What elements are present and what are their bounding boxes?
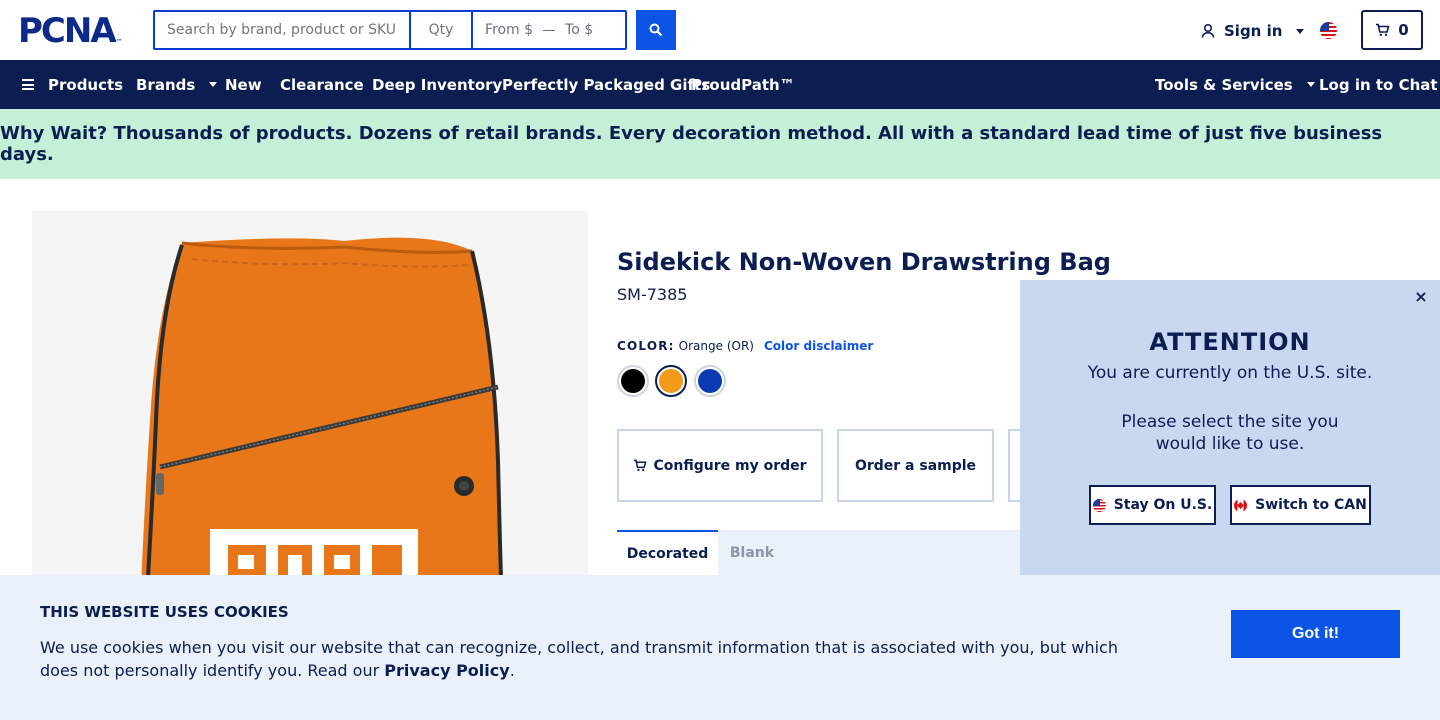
switch-can-button[interactable]: Switch to CAN: [1230, 485, 1371, 525]
search-group: From $ To $: [153, 10, 627, 50]
nav-gifts-label: Perfectly Packaged Gifts: [502, 75, 711, 94]
nav-deep-inventory[interactable]: Deep Inventory: [372, 60, 502, 109]
nav-tools-label: Tools & Services: [1155, 75, 1293, 94]
price-dash: [543, 29, 556, 31]
promo-banner-text: Why Wait? Thousands of products. Dozens …: [0, 123, 1383, 165]
tab-decorated-label: Decorated: [626, 546, 709, 562]
drawstring-bag-image: [140, 237, 504, 611]
search-icon: [649, 23, 663, 37]
logo-trademark: ™: [115, 38, 123, 46]
color-value: Orange (OR): [678, 339, 754, 353]
pcna-logo[interactable]: PCNA ™: [18, 14, 123, 48]
popup-select-text-line1: Please select the site you: [1121, 412, 1339, 432]
menu-icon: [22, 79, 34, 90]
swatch-orange-dot: [659, 369, 683, 393]
swatch-black[interactable]: [617, 365, 649, 397]
nav-chat-label: Log in to Chat: [1319, 75, 1438, 94]
nav-products-label: Products: [48, 75, 124, 94]
cookie-title: THIS WEBSITE USES COOKIES: [40, 603, 289, 621]
order-sample-button[interactable]: Order a sample: [837, 429, 994, 502]
nav-proudpath[interactable]: ProudPath™: [691, 60, 795, 109]
sign-in-button[interactable]: Sign in: [1200, 20, 1305, 42]
popup-current-site-text: You are currently on the U.S. site.: [1087, 363, 1373, 383]
cookie-text: We use cookies when you visit our websit…: [40, 636, 1150, 682]
stay-us-button[interactable]: Stay On U.S.: [1089, 485, 1216, 525]
nav-gifts[interactable]: Perfectly Packaged Gifts: [502, 60, 710, 109]
chevron-down-icon: [209, 82, 218, 87]
logo-text: PCNA: [18, 11, 117, 51]
popup-title: ATTENTION: [1149, 328, 1311, 356]
sign-in-label: Sign in: [1224, 22, 1283, 40]
swatch-blue[interactable]: [694, 365, 726, 397]
price-from-input[interactable]: From $: [485, 22, 533, 38]
privacy-policy-link[interactable]: Privacy Policy: [384, 661, 509, 680]
swatch-orange[interactable]: [655, 365, 687, 397]
main-nav: Products Brands New Clearance Deep Inven…: [0, 60, 1440, 109]
configure-order-label: Configure my order: [653, 457, 807, 474]
search-button[interactable]: [636, 10, 676, 50]
promo-banner: Why Wait? Thousands of products. Dozens …: [0, 109, 1440, 179]
tab-blank[interactable]: Blank: [718, 530, 786, 576]
chevron-down-icon: [1306, 82, 1315, 87]
price-to-input[interactable]: To $: [565, 22, 593, 38]
cookie-body-text: We use cookies when you visit our websit…: [40, 638, 1118, 680]
nav-new[interactable]: New: [225, 60, 262, 109]
cart-button[interactable]: 0: [1361, 10, 1423, 50]
product-image[interactable]: [32, 211, 588, 611]
price-range: From $ To $: [473, 12, 625, 48]
color-row: COLOR: Orange (OR) Color disclaimer: [617, 339, 873, 353]
canada-flag-icon: [1234, 498, 1248, 512]
popup-select-text-line2: would like to use.: [1155, 434, 1305, 454]
cart-icon: [634, 459, 648, 472]
order-sample-label: Order a sample: [854, 457, 977, 474]
search-input[interactable]: [155, 12, 411, 48]
nav-tools-services[interactable]: Tools & Services: [1155, 60, 1315, 109]
close-icon[interactable]: ×: [1412, 288, 1430, 306]
switch-can-label: Switch to CAN: [1255, 497, 1367, 513]
nav-new-label: New: [225, 75, 262, 94]
product-sku: SM-7385: [617, 285, 688, 304]
nav-brands[interactable]: Brands: [136, 60, 218, 109]
top-header: PCNA ™ From $ To $ Sign in 0: [0, 0, 1440, 60]
cart-count: 0: [1398, 21, 1409, 39]
user-icon: [1201, 23, 1215, 38]
cookie-text-end: .: [509, 661, 515, 680]
color-disclaimer-link[interactable]: Color disclaimer: [764, 339, 873, 353]
stay-us-label: Stay On U.S.: [1113, 497, 1213, 513]
us-flag-icon[interactable]: [1320, 22, 1337, 39]
color-label: COLOR:: [617, 339, 675, 353]
swatch-blue-dot: [698, 369, 722, 393]
nav-deep-inventory-label: Deep Inventory: [372, 75, 503, 94]
cookie-banner: THIS WEBSITE USES COOKIES We use cookies…: [0, 575, 1440, 720]
tab-blank-label: Blank: [729, 545, 775, 561]
cart-icon: [1376, 23, 1390, 36]
cookie-accept-button[interactable]: Got it!: [1231, 610, 1400, 658]
nav-clearance[interactable]: Clearance: [280, 60, 364, 109]
site-chooser-popup: × ATTENTION You are currently on the U.S…: [1020, 280, 1440, 575]
nav-products[interactable]: Products: [22, 60, 123, 109]
configure-order-button[interactable]: Configure my order: [617, 429, 823, 502]
nav-proudpath-label: ProudPath™: [691, 75, 795, 94]
qty-input[interactable]: [411, 12, 473, 48]
chevron-down-icon: [1296, 28, 1305, 34]
nav-clearance-label: Clearance: [280, 75, 364, 94]
swatch-black-dot: [621, 369, 645, 393]
nav-brands-label: Brands: [136, 75, 196, 94]
us-flag-icon: [1092, 498, 1106, 512]
tab-decorated[interactable]: Decorated: [617, 530, 718, 576]
product-title: Sidekick Non-Woven Drawstring Bag: [617, 248, 1111, 276]
nav-chat-login[interactable]: Log in to Chat: [1319, 60, 1438, 109]
